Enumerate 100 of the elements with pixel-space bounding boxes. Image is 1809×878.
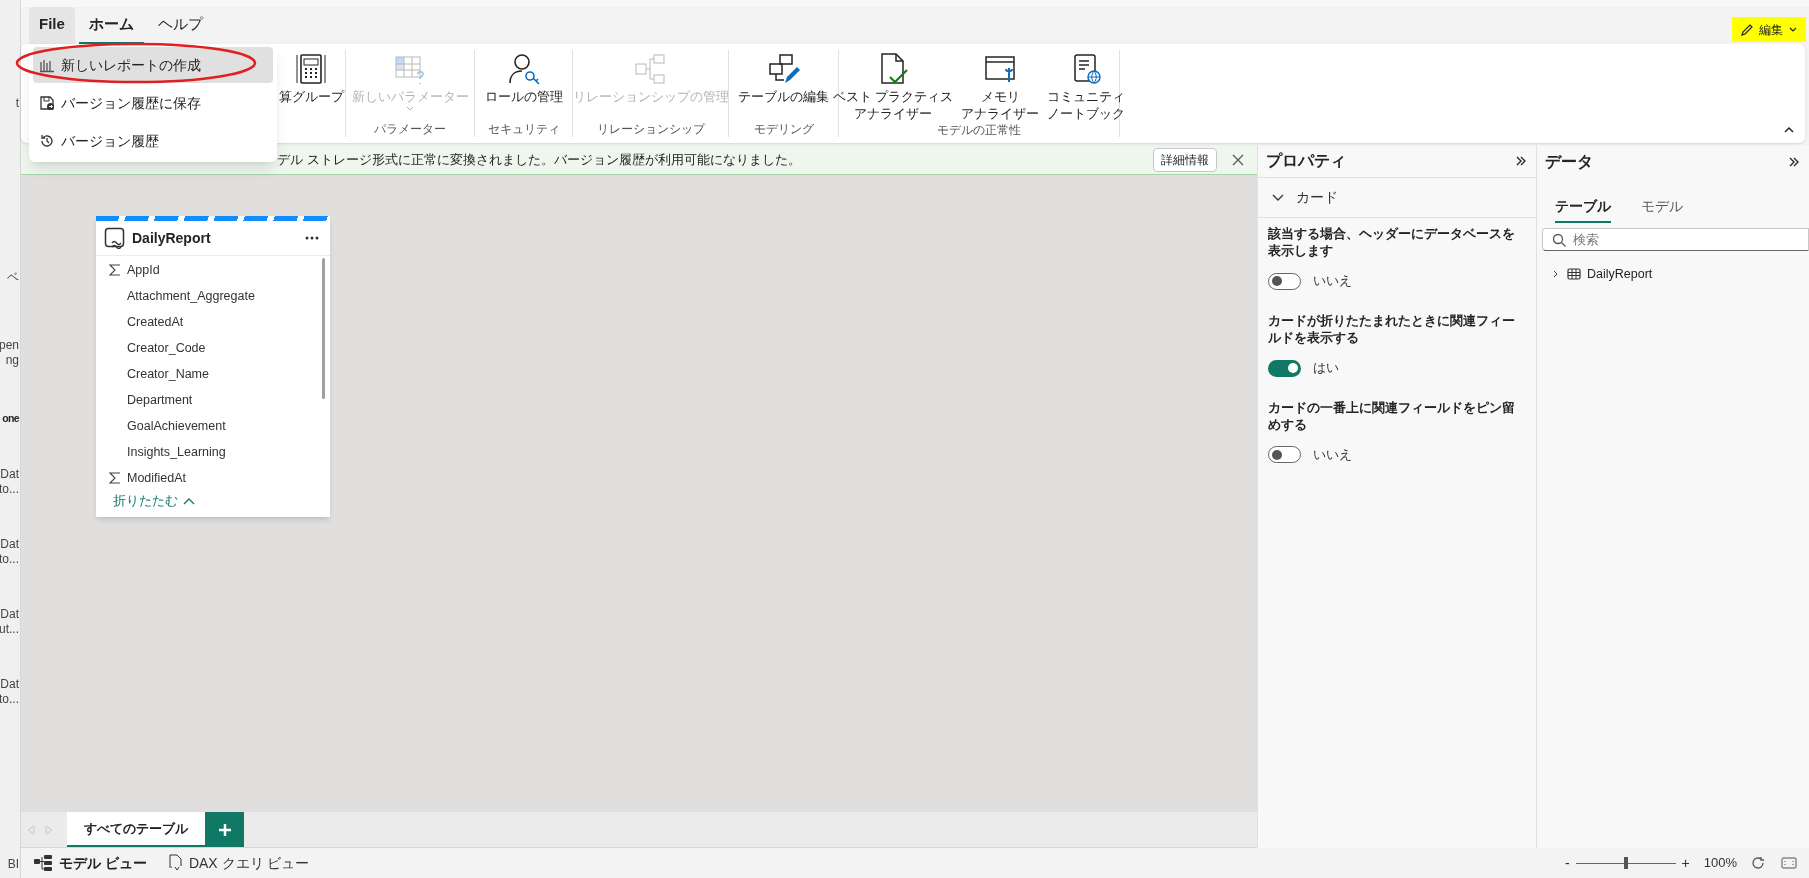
- view-tab[interactable]: モデル ビュー: [33, 852, 147, 874]
- toggle-switch[interactable]: [1268, 446, 1301, 464]
- menu-item[interactable]: 新しいレポートの作成: [33, 47, 273, 83]
- calculator-icon: [294, 52, 328, 86]
- relationship-icon: [633, 52, 668, 86]
- ribbon-button[interactable]: メモリ アナライザー: [958, 52, 1043, 123]
- panel-tab[interactable]: テーブル: [1555, 191, 1611, 223]
- slider-thumb[interactable]: [1623, 857, 1628, 869]
- panel-tab[interactable]: モデル: [1641, 191, 1683, 223]
- next-icon: [45, 824, 53, 835]
- ribbon-button[interactable]: コミュニティ ノートブック: [1044, 52, 1129, 123]
- collapse-pane-button[interactable]: [1516, 155, 1528, 167]
- group-label: セキュリティ: [487, 122, 560, 137]
- sidebar-text: Dat: [0, 677, 19, 692]
- sidebar-text: ベ: [7, 270, 19, 285]
- details-button[interactable]: 詳細情報: [1153, 147, 1217, 172]
- toggle-switch[interactable]: [1268, 272, 1301, 290]
- sidebar-text: ng: [5, 353, 19, 368]
- setting-label: カードの一番上に関連フィールドをピン留めする: [1268, 399, 1516, 434]
- sidebar-text: pen: [0, 338, 19, 353]
- close-button[interactable]: [1231, 152, 1245, 167]
- save-icon: [39, 95, 55, 111]
- ribbon-button[interactable]: 算グループ: [275, 52, 347, 106]
- section-header[interactable]: カード: [1258, 178, 1536, 218]
- ribbon-button[interactable]: ベスト プラクティス アナライザー: [829, 52, 957, 123]
- sidebar-text: Dat: [0, 607, 19, 622]
- toggle-value: いいえ: [1313, 446, 1352, 464]
- group-label: モデルの正常性: [937, 123, 1021, 138]
- sigma-icon: [108, 471, 122, 485]
- setting-label: 該当する場合、ヘッダーにデータベースを表示します: [1268, 226, 1516, 260]
- toggle-switch[interactable]: [1268, 359, 1301, 377]
- card-title: DailyReport: [132, 228, 212, 248]
- close-icon: [1232, 153, 1244, 166]
- dax-file-icon: [166, 854, 183, 872]
- ribbon-tab[interactable]: File: [29, 7, 75, 44]
- sidebar-text: to...: [0, 692, 19, 707]
- more-icon: [305, 236, 319, 240]
- field-name[interactable]: Attachment_Aggregate: [127, 286, 255, 306]
- collapse-pane-button[interactable]: [1789, 155, 1801, 168]
- pencil-icon: [1740, 22, 1754, 37]
- toggle-value: はい: [1313, 359, 1339, 377]
- table-grid-icon: [1567, 267, 1581, 281]
- field-name[interactable]: GoalAchievement: [127, 416, 226, 436]
- sheet-tab[interactable]: すべてのテーブル: [67, 812, 205, 847]
- tables-pencil-icon: [766, 52, 801, 86]
- refresh-icon: [1751, 856, 1765, 870]
- field-name[interactable]: AppId: [127, 260, 160, 280]
- sigma-icon: [108, 263, 122, 277]
- model-view-icon: [33, 854, 53, 872]
- field-name[interactable]: ModifiedAt: [127, 468, 187, 488]
- add-tab-button[interactable]: [205, 812, 244, 847]
- history-icon: [39, 133, 55, 149]
- panel-title: データ: [1545, 151, 1594, 172]
- chevron-up-icon: [1784, 125, 1794, 133]
- sidebar-text: BI: [7, 857, 19, 872]
- sidebar-text: ut...: [0, 622, 19, 637]
- view-tab[interactable]: DAX クエリ ビュー: [166, 852, 310, 874]
- chevron-down-icon: [406, 106, 414, 112]
- group-label: モデリング: [753, 122, 814, 137]
- edit-button[interactable]: 編集: [1732, 17, 1806, 42]
- setting-label: カードが折りたたまれたときに関連フィールドを表示する: [1268, 312, 1516, 347]
- chevron-up-icon: [183, 497, 195, 505]
- chevron-down-icon: [1272, 193, 1284, 202]
- ribbon-button[interactable]: テーブルの編集: [735, 52, 832, 106]
- sidebar-text: Dat: [0, 537, 19, 552]
- double-chevron-icon: [1789, 156, 1799, 167]
- plus-icon: [217, 822, 232, 837]
- sidebar-text: one: [2, 411, 19, 426]
- notification-message: デル ストレージ形式に正常に変換されました。バージョン履歴が利用可能になりました。: [277, 150, 802, 169]
- zoom-percent: 100%: [1703, 854, 1737, 873]
- search-field[interactable]: 検索: [1542, 228, 1809, 251]
- bar-chart-icon: [39, 57, 55, 73]
- table-card[interactable]: DailyReport AppId Attachment_Aggregate CreatedAt Creator_Code Creator_Name Department GoalAchievement Insights_Learning ModifiedAt 折りたたむ: [96, 216, 330, 517]
- sidebar-text: Dat: [0, 467, 19, 482]
- reset-zoom-button[interactable]: [1751, 856, 1765, 870]
- ribbon-button[interactable]: ロールの管理: [481, 52, 566, 106]
- zoom-out-button[interactable]: -: [1562, 852, 1572, 874]
- sidebar-text: to...: [0, 552, 19, 567]
- field-name[interactable]: Department: [127, 390, 193, 410]
- field-name[interactable]: Creator_Name: [127, 364, 209, 384]
- tree-item[interactable]: DailyReport: [1551, 263, 1795, 285]
- toggle-value: いいえ: [1313, 273, 1352, 290]
- sidebar-text: t: [15, 96, 19, 111]
- panel-title: プロパティ: [1266, 151, 1347, 171]
- zoom-slider[interactable]: [1575, 857, 1676, 869]
- search-icon: [1552, 233, 1566, 247]
- group-label: パラメーター: [374, 122, 446, 137]
- group-label: リレーションシップ: [596, 122, 705, 137]
- person-key-icon: [506, 52, 541, 86]
- field-name[interactable]: Creator_Code: [127, 338, 206, 358]
- zoom-in-button[interactable]: +: [1679, 852, 1692, 874]
- field-name[interactable]: Insights_Learning: [127, 442, 226, 462]
- fit-page-icon: [1781, 857, 1797, 869]
- collapse-link[interactable]: 折りたたむ: [113, 491, 195, 511]
- sidebar-text: to...: [0, 482, 19, 497]
- field-name[interactable]: CreatedAt: [127, 312, 184, 332]
- ribbon-tab[interactable]: ヘルプ: [147, 7, 213, 44]
- previous-icon: [27, 824, 35, 835]
- table-icon: [104, 227, 126, 249]
- double-chevron-icon: [1516, 156, 1526, 166]
